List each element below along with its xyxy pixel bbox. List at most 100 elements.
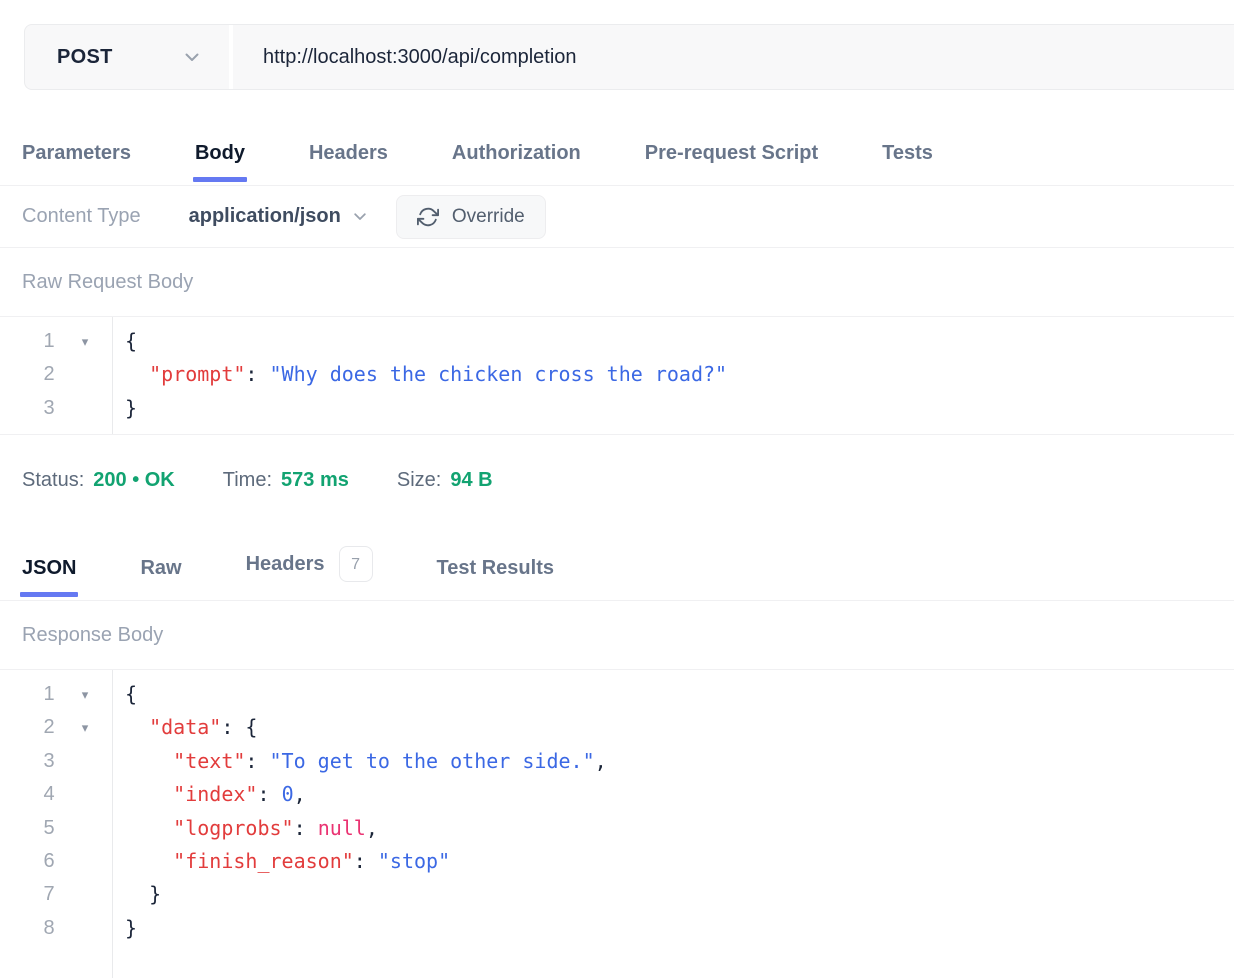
- code-line: 4 "index": 0,: [0, 778, 1234, 811]
- response-tab-raw[interactable]: Raw: [140, 555, 181, 600]
- refresh-icon: [417, 206, 439, 228]
- tab-parameters[interactable]: Parameters: [22, 140, 131, 185]
- code-content: }: [112, 878, 161, 911]
- code-token: [125, 849, 173, 873]
- editor-gutter: 1▾: [0, 325, 112, 358]
- response-tab-test-results[interactable]: Test Results: [437, 555, 554, 600]
- code-token: {: [125, 329, 137, 353]
- tab-label: Authorization: [452, 140, 581, 167]
- chevron-down-icon: [185, 53, 199, 62]
- code-token: :: [245, 749, 269, 773]
- code-line: 7 }: [0, 878, 1234, 911]
- override-label: Override: [452, 206, 525, 228]
- editor-gutter: 5: [0, 812, 112, 845]
- tab-label: Body: [195, 140, 245, 167]
- response-status-bar: Status: 200 • OK Time: 573 ms Size: 94 B: [0, 435, 1234, 494]
- tab-pre-request-script[interactable]: Pre-request Script: [645, 140, 818, 185]
- line-number: 1: [40, 325, 58, 358]
- override-button[interactable]: Override: [396, 195, 546, 239]
- code-token: [125, 715, 149, 739]
- line-number: 6: [40, 845, 58, 878]
- code-token: :: [354, 849, 378, 873]
- line-number: 1: [40, 678, 58, 711]
- code-line: 2 "prompt": "Why does the chicken cross …: [0, 358, 1234, 391]
- code-token: [125, 749, 173, 773]
- code-token: "data": [149, 715, 221, 739]
- code-token: "prompt": [149, 362, 245, 386]
- code-token: ,: [595, 749, 607, 773]
- code-token: :: [257, 782, 281, 806]
- code-token: "finish_reason": [173, 849, 354, 873]
- code-token: : {: [221, 715, 257, 739]
- tab-label: Raw: [140, 555, 181, 582]
- request-url-bar: POST http://localhost:3000/api/completio…: [24, 24, 1234, 90]
- editor-gutter: 4: [0, 778, 112, 811]
- line-number: 8: [40, 912, 58, 945]
- editor-gutter: 6: [0, 845, 112, 878]
- code-content: "text": "To get to the other side.",: [112, 745, 607, 778]
- content-type-select[interactable]: application/json: [189, 205, 366, 228]
- status-item-time: Time: 573 ms: [223, 467, 349, 494]
- tab-body[interactable]: Body: [195, 140, 245, 185]
- tab-authorization[interactable]: Authorization: [452, 140, 581, 185]
- code-token: }: [125, 916, 137, 940]
- code-token: :: [294, 816, 318, 840]
- response-tabs: JSON Raw Headers7 Test Results: [0, 494, 1234, 601]
- status-item-size: Size: 94 B: [397, 467, 493, 494]
- chevron-down-icon: [354, 213, 366, 221]
- content-type-row: Content Type application/json Override: [0, 186, 1234, 248]
- editor-gutter: 3: [0, 745, 112, 778]
- fold-arrow-icon[interactable]: ▾: [76, 711, 94, 744]
- tab-label: Test Results: [437, 555, 554, 582]
- status-item-label: Size:: [397, 467, 441, 494]
- code-line: 8}: [0, 912, 1234, 945]
- editor-gutter: 7: [0, 878, 112, 911]
- code-content: {: [112, 325, 137, 358]
- status-item-value: 573 ms: [281, 467, 349, 494]
- line-number: 4: [40, 778, 58, 811]
- tab-label: Headers: [309, 140, 388, 167]
- code-content: }: [112, 912, 137, 945]
- code-token: }: [125, 882, 161, 906]
- code-content: "data": {: [112, 711, 257, 744]
- code-token: "Why does the chicken cross the road?": [270, 362, 728, 386]
- method-label: POST: [57, 46, 113, 69]
- headers-count-badge: 7: [339, 546, 373, 582]
- status-item-value: 200 • OK: [93, 467, 174, 494]
- code-token: "index": [173, 782, 257, 806]
- line-number: 5: [40, 812, 58, 845]
- response-body-editor[interactable]: 1▾{2▾ "data": {3 "text": "To get to the …: [0, 670, 1234, 978]
- code-token: "To get to the other side.": [270, 749, 595, 773]
- code-token: "logprobs": [173, 816, 293, 840]
- line-number: 7: [40, 878, 58, 911]
- fold-arrow-icon[interactable]: ▾: [76, 678, 94, 711]
- status-item-label: Time:: [223, 467, 272, 494]
- code-content: "logprobs": null,: [112, 812, 378, 845]
- code-line: 5 "logprobs": null,: [0, 812, 1234, 845]
- status-item-status: Status: 200 • OK: [22, 467, 175, 494]
- response-tab-json[interactable]: JSON: [22, 555, 76, 600]
- method-select[interactable]: POST: [25, 25, 233, 89]
- code-token: [125, 816, 173, 840]
- tab-headers[interactable]: Headers: [309, 140, 388, 185]
- line-number: 2: [40, 711, 58, 744]
- response-tab-headers[interactable]: Headers7: [246, 546, 373, 600]
- url-value: http://localhost:3000/api/completion: [263, 46, 577, 69]
- editor-gutter: 3: [0, 392, 112, 425]
- code-token: "text": [173, 749, 245, 773]
- editor-gutter: 1▾: [0, 678, 112, 711]
- tab-tests[interactable]: Tests: [882, 140, 933, 185]
- code-content: "prompt": "Why does the chicken cross th…: [112, 358, 727, 391]
- status-item-value: 94 B: [450, 467, 492, 494]
- status-item-label: Status:: [22, 467, 84, 494]
- code-token: }: [125, 396, 137, 420]
- fold-arrow-icon[interactable]: ▾: [76, 325, 94, 358]
- code-token: null: [318, 816, 366, 840]
- code-line: 3}: [0, 392, 1234, 425]
- code-content: "finish_reason": "stop": [112, 845, 450, 878]
- code-line: 1▾{: [0, 325, 1234, 358]
- request-body-editor[interactable]: 1▾{2 "prompt": "Why does the chicken cro…: [0, 317, 1234, 435]
- code-content: "index": 0,: [112, 778, 306, 811]
- tab-label: Tests: [882, 140, 933, 167]
- url-input[interactable]: http://localhost:3000/api/completion: [233, 25, 1234, 89]
